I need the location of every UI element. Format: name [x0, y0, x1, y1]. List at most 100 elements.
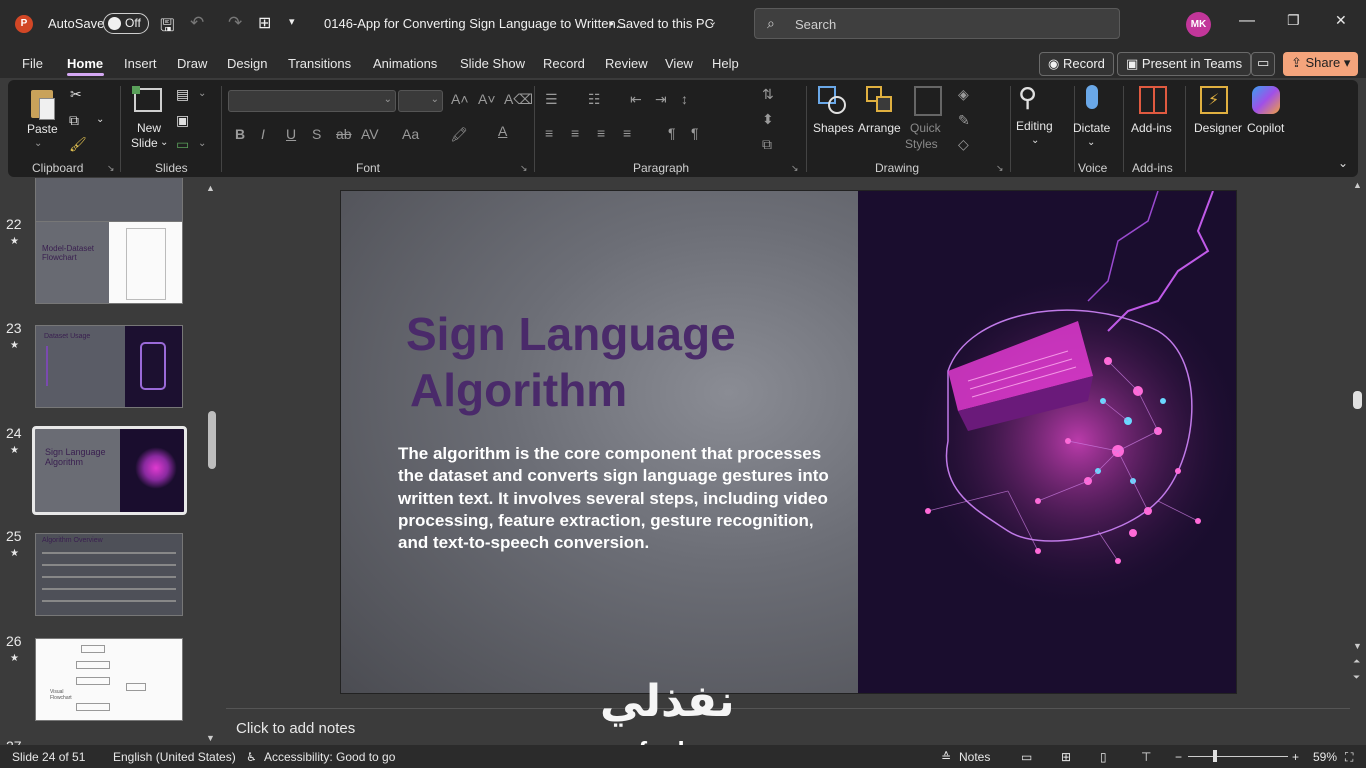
dialog-launcher-icon[interactable]: ↘: [996, 163, 1004, 174]
tab-insert[interactable]: Insert: [124, 56, 157, 71]
slide-show-icon[interactable]: ⊤: [1141, 750, 1151, 764]
scroll-down-arrow-icon[interactable]: ▼: [1353, 641, 1362, 651]
tab-review[interactable]: Review: [605, 56, 648, 71]
align-center-icon[interactable]: ≡: [571, 125, 579, 141]
arrange-button[interactable]: Arrange: [858, 121, 901, 135]
slide-canvas[interactable]: Sign Language Algorithm The algorithm is…: [340, 190, 1237, 694]
share-button[interactable]: ⇪ Share ▾: [1283, 52, 1359, 76]
copilot-button[interactable]: Copilot: [1247, 121, 1284, 135]
microphone-icon[interactable]: [1086, 85, 1098, 109]
clear-formatting-icon[interactable]: A⌫: [504, 91, 533, 108]
slide-image-panel[interactable]: [858, 191, 1236, 693]
bold-button[interactable]: B: [235, 126, 245, 142]
copilot-icon[interactable]: [1252, 86, 1280, 114]
shapes-button[interactable]: Shapes: [813, 121, 854, 135]
save-status[interactable]: • Saved to this PC: [609, 16, 714, 31]
italic-button[interactable]: I: [261, 126, 265, 142]
text-shadow-button[interactable]: S: [312, 126, 321, 142]
redo-icon[interactable]: ↷: [228, 13, 242, 33]
copy-icon[interactable]: ⧉: [69, 112, 79, 129]
thumbnail-slide-22[interactable]: Model-Dataset Flowchart: [35, 221, 183, 304]
minimize-button[interactable]: —: [1239, 12, 1255, 30]
editor-scrollbar[interactable]: ▲ ▼ ⏶ ⏷: [1351, 180, 1364, 690]
reading-view-icon[interactable]: ▯: [1100, 750, 1107, 764]
strikethrough-button[interactable]: ab: [336, 126, 352, 142]
notes-pane[interactable]: Click to add notes: [226, 708, 1350, 745]
dialog-launcher-icon[interactable]: ↘: [520, 163, 528, 174]
scrollbar-thumb[interactable]: [1353, 391, 1362, 409]
align-text-icon[interactable]: ⬍: [762, 111, 774, 128]
tab-slide-show[interactable]: Slide Show: [460, 56, 525, 71]
cut-icon[interactable]: ✂: [70, 86, 82, 103]
notes-toggle[interactable]: Notes: [959, 750, 990, 764]
font-family-select[interactable]: ⌄: [228, 90, 396, 112]
language-indicator[interactable]: English (United States): [113, 750, 236, 764]
reset-icon[interactable]: ▣: [176, 112, 189, 129]
fit-to-window-icon[interactable]: ⛶: [1345, 750, 1353, 765]
designer-icon[interactable]: ⚡: [1200, 86, 1228, 114]
line-spacing-icon[interactable]: ↕: [681, 91, 688, 107]
save-icon[interactable]: 🖫: [160, 13, 174, 42]
dialog-launcher-icon[interactable]: ↘: [107, 163, 115, 174]
tab-view[interactable]: View: [665, 56, 693, 71]
chevron-down-icon[interactable]: ⌄: [1031, 135, 1039, 146]
quick-styles-label-2[interactable]: Styles: [905, 137, 938, 151]
customize-toolbar-chevron-icon[interactable]: ▾: [289, 15, 295, 28]
chevron-down-icon[interactable]: ⌄: [198, 138, 206, 149]
increase-indent-icon[interactable]: ⇥: [655, 91, 667, 108]
new-slide-label-2[interactable]: Slide: [131, 136, 158, 150]
paste-button[interactable]: Paste: [27, 122, 58, 136]
bullets-icon[interactable]: ☰: [545, 91, 558, 108]
chevron-down-icon[interactable]: ⌄: [1087, 137, 1095, 148]
thumbnail-slide-26[interactable]: Visual Flowchart: [35, 638, 183, 721]
chevron-down-icon[interactable]: ⌄: [708, 15, 717, 28]
new-slide-label-1[interactable]: New: [137, 121, 161, 135]
thumbnail-slide-23[interactable]: Dataset Usage: [35, 325, 183, 408]
font-color-icon[interactable]: A: [498, 123, 507, 139]
convert-smartart-icon[interactable]: ⧉: [762, 136, 772, 153]
rtl-icon[interactable]: ¶: [668, 125, 676, 141]
slide-body-text[interactable]: The algorithm is the core component that…: [398, 443, 838, 554]
undo-icon[interactable]: ↶: [190, 13, 204, 33]
slide-sorter-icon[interactable]: ⊞: [1061, 750, 1071, 764]
format-painter-icon[interactable]: 🖌: [69, 136, 87, 153]
new-slide-icon[interactable]: [132, 86, 162, 112]
slide-title[interactable]: Sign Language Algorithm: [406, 306, 826, 418]
chevron-down-icon[interactable]: ⌄: [34, 138, 42, 149]
decrease-font-icon[interactable]: A˅: [478, 91, 496, 107]
zoom-slider-thumb[interactable]: [1213, 750, 1217, 762]
align-left-icon[interactable]: ≡: [545, 125, 553, 141]
zoom-level[interactable]: 59%: [1313, 750, 1337, 764]
next-slide-icon[interactable]: ⏷: [1353, 672, 1360, 683]
chevron-down-icon[interactable]: ⌄: [198, 88, 206, 99]
increase-font-icon[interactable]: A˄: [451, 91, 469, 107]
paste-icon[interactable]: [28, 86, 58, 122]
tab-file[interactable]: File: [22, 56, 43, 71]
search-box[interactable]: ⌕ Search: [754, 8, 1120, 39]
section-icon[interactable]: ▭: [176, 136, 189, 153]
decrease-indent-icon[interactable]: ⇤: [630, 91, 642, 108]
shape-fill-icon[interactable]: ◈: [958, 86, 969, 103]
addins-button[interactable]: Add-ins: [1131, 121, 1172, 135]
ltr-icon[interactable]: ¶: [691, 125, 699, 141]
restore-button[interactable]: ❐: [1287, 12, 1300, 29]
shape-outline-icon[interactable]: ✎: [958, 112, 970, 129]
tab-home[interactable]: Home: [67, 56, 103, 71]
numbering-icon[interactable]: ☷: [588, 91, 601, 108]
collapse-ribbon-icon[interactable]: ⌄: [1338, 156, 1348, 170]
designer-button[interactable]: Designer: [1194, 121, 1242, 135]
zoom-slider[interactable]: [1188, 750, 1288, 762]
editing-button[interactable]: Editing: [1016, 119, 1053, 133]
change-case-button[interactable]: Aa: [402, 126, 419, 142]
underline-button[interactable]: U: [286, 126, 296, 142]
tab-draw[interactable]: Draw: [177, 56, 207, 71]
chevron-down-icon[interactable]: ⌄: [160, 137, 168, 148]
shape-effects-icon[interactable]: ◇: [958, 136, 969, 153]
present-in-teams-button[interactable]: ▣ Present in Teams: [1117, 52, 1252, 76]
highlight-icon[interactable]: 🖍: [450, 126, 468, 143]
tab-design[interactable]: Design: [227, 56, 267, 71]
thumbnail-slide-25[interactable]: Algorithm Overview: [35, 533, 183, 616]
chevron-down-icon[interactable]: ⌄: [96, 114, 104, 125]
record-button[interactable]: ◉ Record: [1039, 52, 1114, 76]
addins-icon[interactable]: [1139, 86, 1167, 114]
